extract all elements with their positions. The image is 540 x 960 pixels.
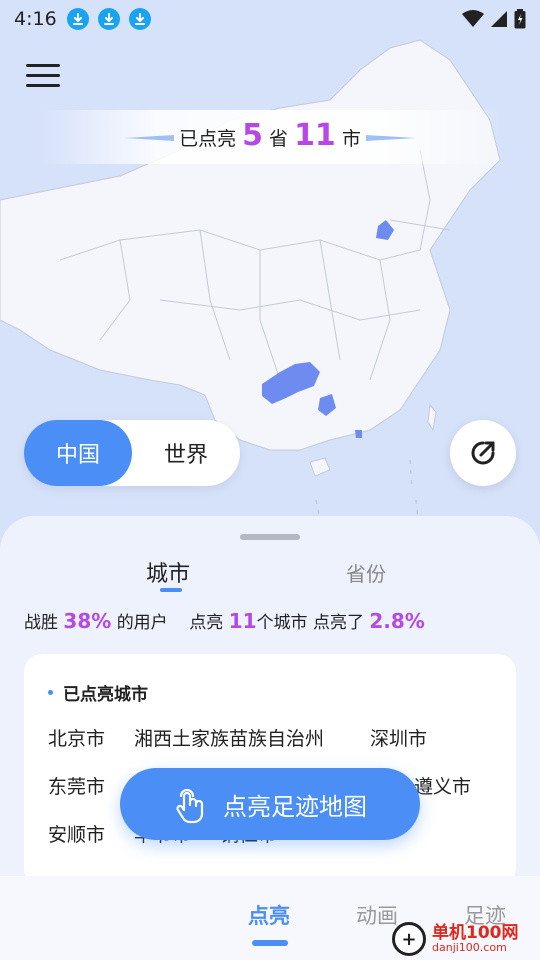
city-item: 湘西土家族苗族自治州 bbox=[134, 728, 325, 750]
light-footprint-map-button[interactable]: 点亮足迹地图 bbox=[120, 768, 420, 840]
watermark-text: 单机100网 danji100.com bbox=[432, 923, 519, 954]
toggle-china[interactable]: 中国 bbox=[24, 420, 132, 486]
region-toggle[interactable]: 中国 世界 bbox=[24, 420, 240, 486]
province-count: 5 bbox=[242, 118, 264, 153]
lit2-percent: 2.8% bbox=[369, 609, 425, 633]
cta-label: 点亮足迹地图 bbox=[223, 792, 367, 821]
download-icon bbox=[97, 8, 120, 30]
city-item: 遵义市 bbox=[414, 776, 472, 798]
map-area[interactable]: 已点亮 5 省 11 市 中国 世界 bbox=[0, 0, 540, 540]
menu-icon-line bbox=[26, 84, 60, 87]
lit-suffix: 个城市 bbox=[256, 613, 308, 633]
tab-city[interactable]: 城市 bbox=[146, 556, 190, 588]
city-unit: 市 bbox=[341, 128, 361, 150]
menu-icon-line bbox=[26, 74, 60, 77]
city-item: 深圳市 bbox=[370, 728, 428, 750]
bullet-dot bbox=[48, 690, 53, 695]
tab-underline bbox=[160, 588, 182, 592]
menu-button[interactable] bbox=[26, 64, 60, 92]
stats-line: 战胜 38% 的用户 点亮 11个城市 点亮了 2.8% bbox=[24, 608, 524, 633]
card-title: 已点亮城市 bbox=[48, 680, 148, 705]
city-count: 11 bbox=[294, 118, 336, 153]
status-bar: 4:16 bbox=[0, 0, 540, 38]
signal-icon bbox=[491, 11, 507, 27]
nav-active-indicator bbox=[252, 940, 288, 946]
share-button[interactable] bbox=[450, 420, 516, 486]
beat-percent: 38% bbox=[63, 609, 112, 633]
lit-count: 11 bbox=[228, 609, 257, 633]
watermark-logo-icon: + bbox=[392, 922, 426, 956]
battery-icon bbox=[514, 9, 526, 29]
city-item: 北京市 bbox=[48, 728, 106, 750]
download-icon bbox=[128, 8, 151, 30]
watermark-brand: 单机100网 bbox=[432, 923, 519, 943]
nav-light[interactable]: 点亮 bbox=[248, 900, 290, 930]
lit2-prefix: 点亮了 bbox=[312, 613, 364, 633]
menu-icon-line bbox=[26, 64, 60, 67]
share-icon bbox=[471, 441, 495, 465]
drag-handle[interactable] bbox=[240, 534, 300, 540]
beat-suffix: 的用户 bbox=[116, 613, 168, 633]
download-icon bbox=[66, 8, 89, 30]
watermark: + 单机100网 danji100.com bbox=[392, 918, 540, 960]
lit-prefix: 点亮 bbox=[189, 613, 224, 633]
lit-summary-banner: 已点亮 5 省 11 市 bbox=[0, 106, 540, 170]
city-item: 安顺市 bbox=[48, 824, 106, 846]
watermark-url: danji100.com bbox=[432, 941, 507, 954]
toggle-world[interactable]: 世界 bbox=[132, 420, 240, 486]
beat-prefix: 战胜 bbox=[24, 613, 58, 633]
lit-summary-text: 已点亮 5 省 11 市 bbox=[0, 118, 540, 153]
wifi-icon bbox=[462, 10, 484, 27]
card-title-text: 已点亮城市 bbox=[63, 685, 148, 705]
province-unit: 省 bbox=[269, 128, 289, 150]
city-item: 东莞市 bbox=[48, 776, 106, 798]
tab-province[interactable]: 省份 bbox=[346, 558, 386, 587]
tap-hand-icon bbox=[176, 788, 204, 824]
lit-prefix: 已点亮 bbox=[179, 128, 237, 150]
status-time: 4:16 bbox=[14, 8, 57, 30]
